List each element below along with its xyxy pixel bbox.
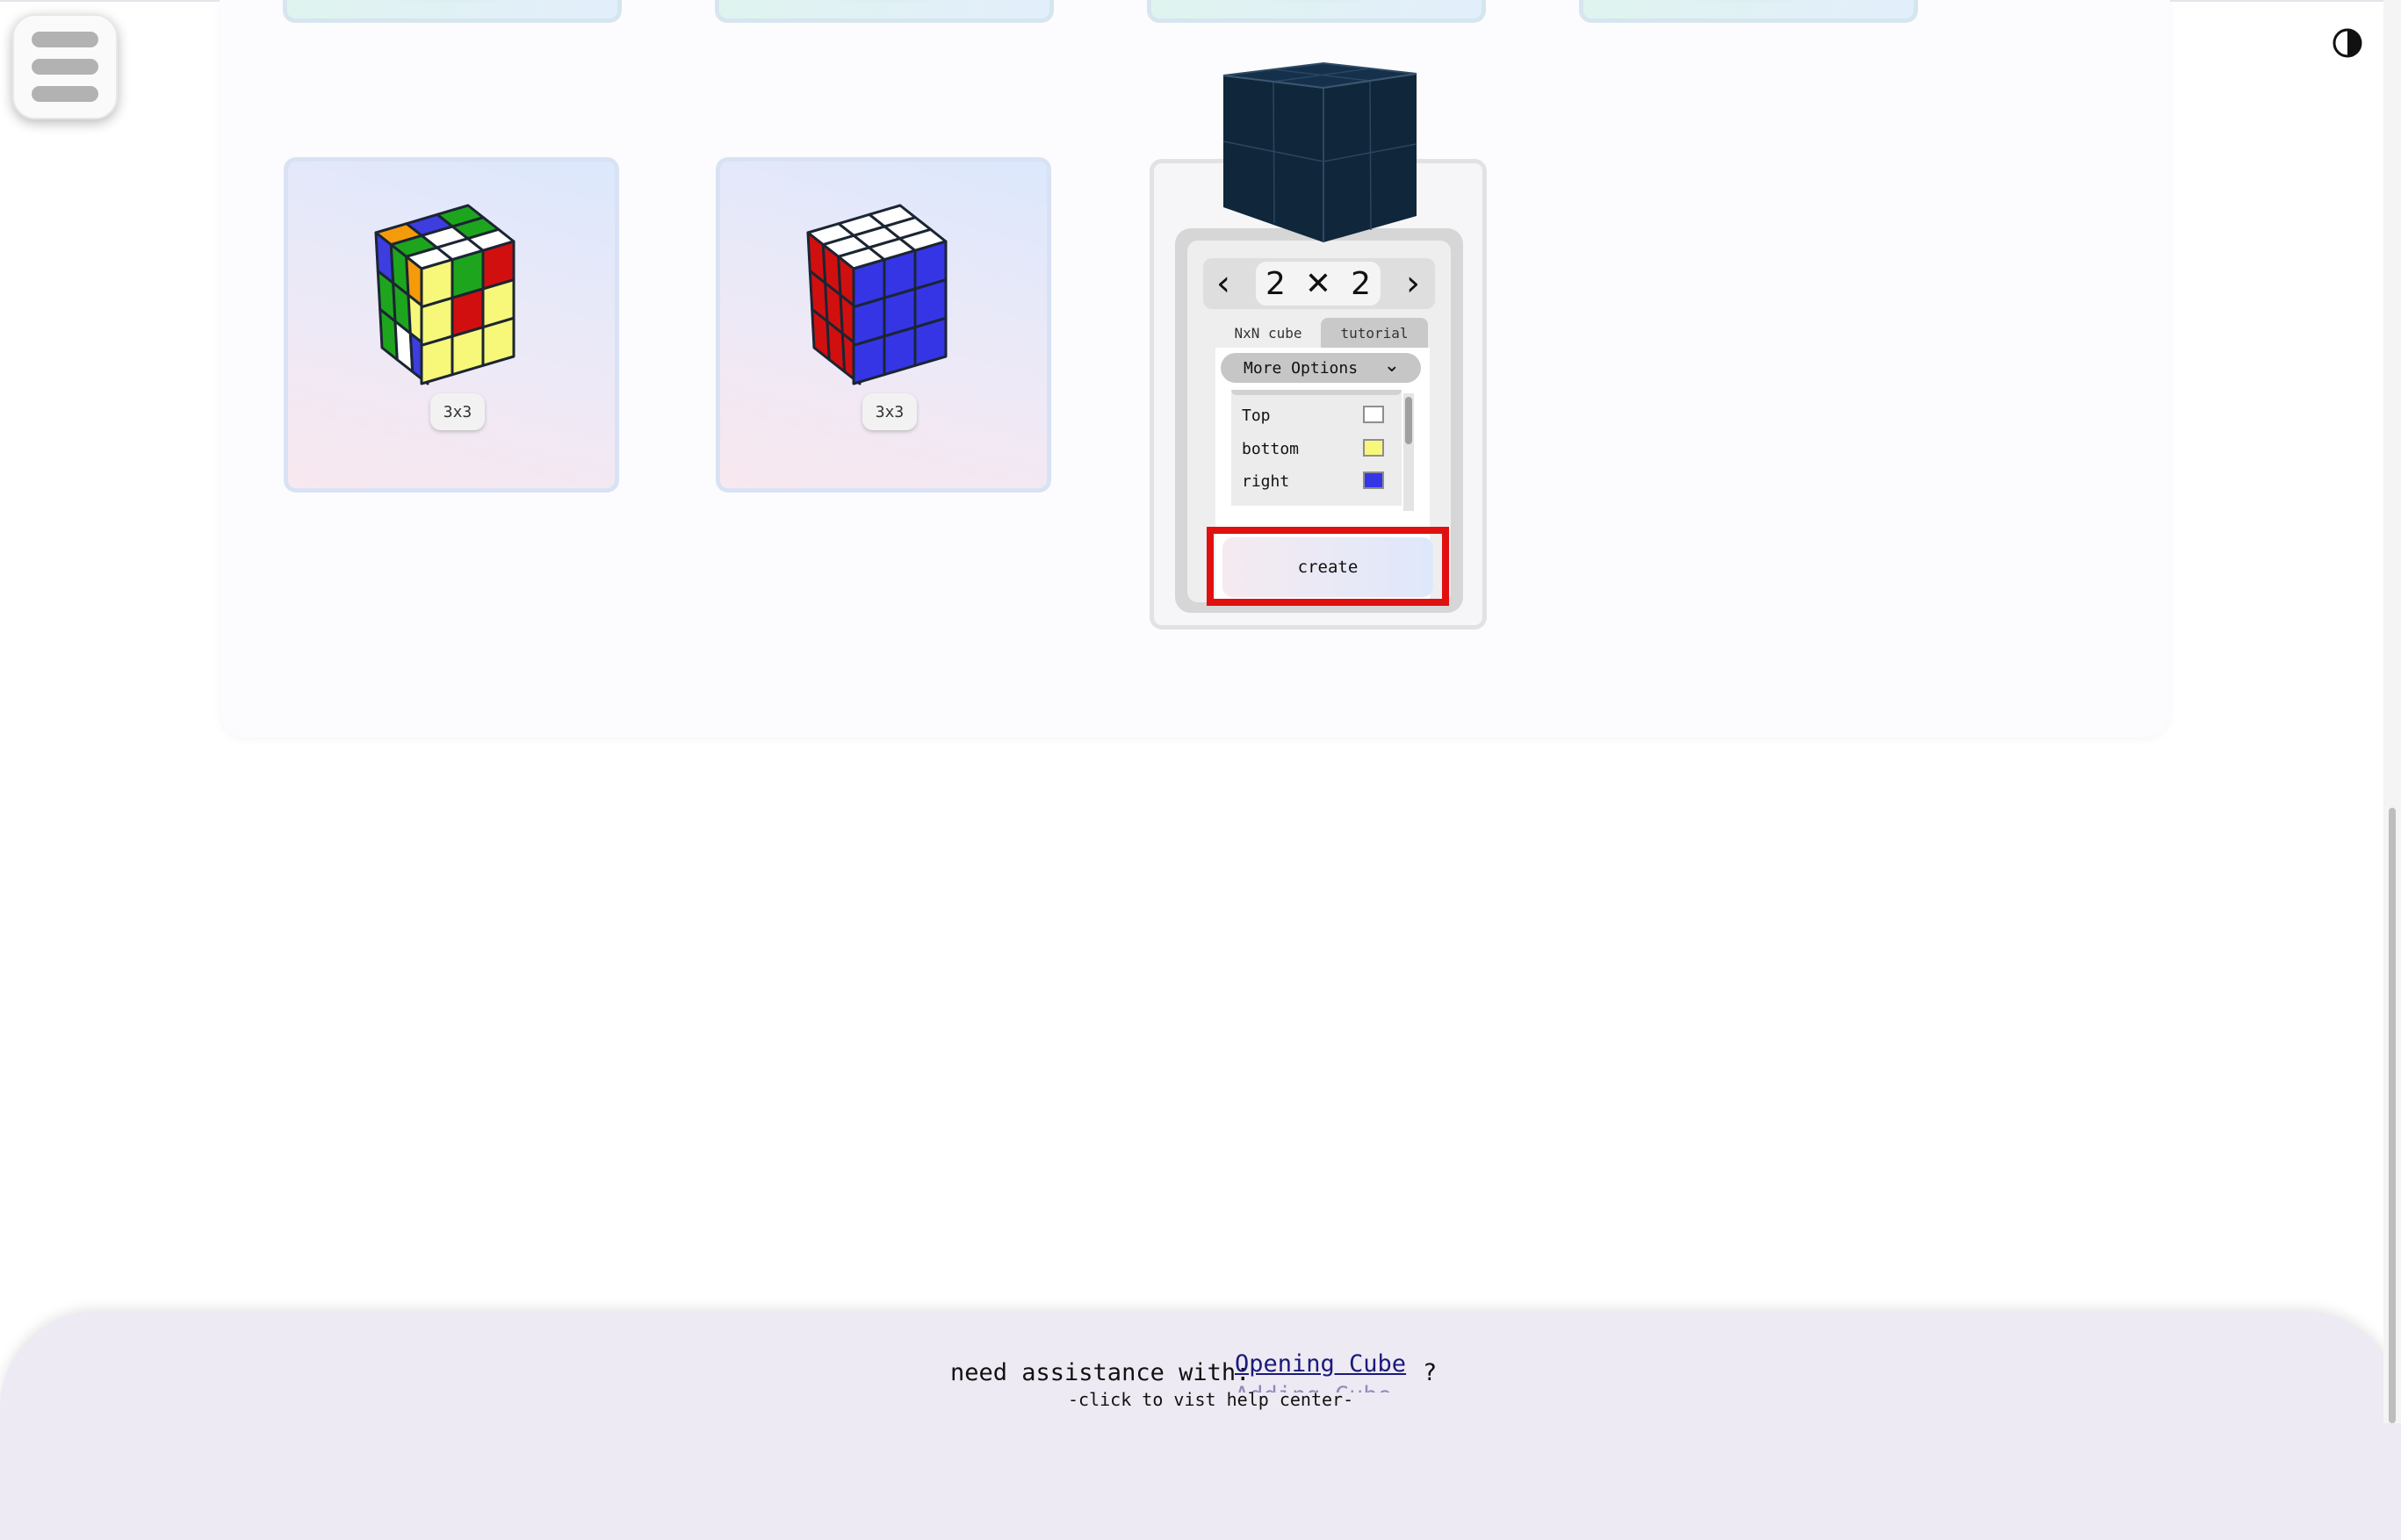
cube-card-partial[interactable] <box>1147 0 1486 23</box>
menu-bar <box>32 32 98 47</box>
create-button[interactable]: create <box>1222 537 1433 597</box>
cube-card-partial[interactable] <box>715 0 1054 23</box>
cube-card[interactable]: 3x3 <box>284 157 619 493</box>
cube-card[interactable]: 3x3 <box>716 157 1051 493</box>
face-row-bottom: bottom <box>1242 435 1391 462</box>
creator-panel-body: ‹ 2 ✕ 2 › NxN cube tutorial More Options… <box>1187 241 1451 606</box>
more-options-label: More Options <box>1244 358 1359 378</box>
cube-size-selector: ‹ 2 ✕ 2 › <box>1203 258 1435 309</box>
face-label: bottom <box>1242 439 1300 458</box>
menu-bar <box>32 86 98 102</box>
cube-size-label: 3x3 <box>862 393 917 430</box>
face-label: right <box>1242 471 1290 491</box>
cube-size-display: 2 ✕ 2 <box>1256 262 1381 306</box>
cube-creator-panel: ‹ 2 ✕ 2 › NxN cube tutorial More Options… <box>1175 228 1463 613</box>
size-n2: 2 <box>1351 265 1371 302</box>
assistance-prompt: need assistance with: <box>950 1359 1251 1386</box>
face-list-scroll-thumb[interactable] <box>1405 397 1412 444</box>
chevron-left-icon[interactable]: ‹ <box>1203 263 1244 304</box>
chevron-right-icon[interactable]: › <box>1393 263 1433 304</box>
help-footer <box>0 1312 2401 1540</box>
solved-cube-icon <box>806 204 948 385</box>
face-label: Top <box>1242 406 1271 425</box>
face-row-right: right <box>1242 468 1391 494</box>
more-options-dropdown[interactable]: More Options ⌄ <box>1221 353 1421 383</box>
contrast-toggle-icon[interactable] <box>2331 26 2364 60</box>
chevron-down-icon: ⌄ <box>1383 355 1400 377</box>
cube-preview-icon <box>1222 61 1417 242</box>
tab-nxn-cube[interactable]: NxN cube <box>1215 318 1321 348</box>
cube-card-partial[interactable] <box>1579 0 1918 23</box>
cube-size-label: 3x3 <box>430 393 485 430</box>
menu-bar <box>32 59 98 75</box>
help-topic-link[interactable]: Opening Cube <box>1235 1350 1406 1378</box>
face-row-top: Top <box>1242 402 1391 428</box>
creator-tabs: NxN cube tutorial <box>1215 318 1430 348</box>
face-color-swatch[interactable] <box>1363 439 1384 457</box>
face-color-swatch[interactable] <box>1363 406 1384 423</box>
question-mark: ? <box>1423 1359 1438 1386</box>
times-icon: ✕ <box>1304 265 1332 302</box>
tab-tutorial[interactable]: tutorial <box>1321 318 1428 348</box>
page-scroll-thumb[interactable] <box>2389 808 2396 1423</box>
help-center-hint[interactable]: -click to vist help center- <box>1068 1389 1353 1410</box>
face-color-list[interactable]: Top bottom right <box>1231 390 1402 506</box>
face-color-swatch[interactable] <box>1363 471 1384 489</box>
list-top-edge <box>1231 390 1402 395</box>
scrambled-cube-icon <box>374 204 516 385</box>
page-scrollbar[interactable] <box>2383 0 2401 1423</box>
size-n1: 2 <box>1265 265 1286 302</box>
cube-card-partial[interactable] <box>283 0 622 23</box>
hamburger-menu-button[interactable] <box>12 14 118 119</box>
